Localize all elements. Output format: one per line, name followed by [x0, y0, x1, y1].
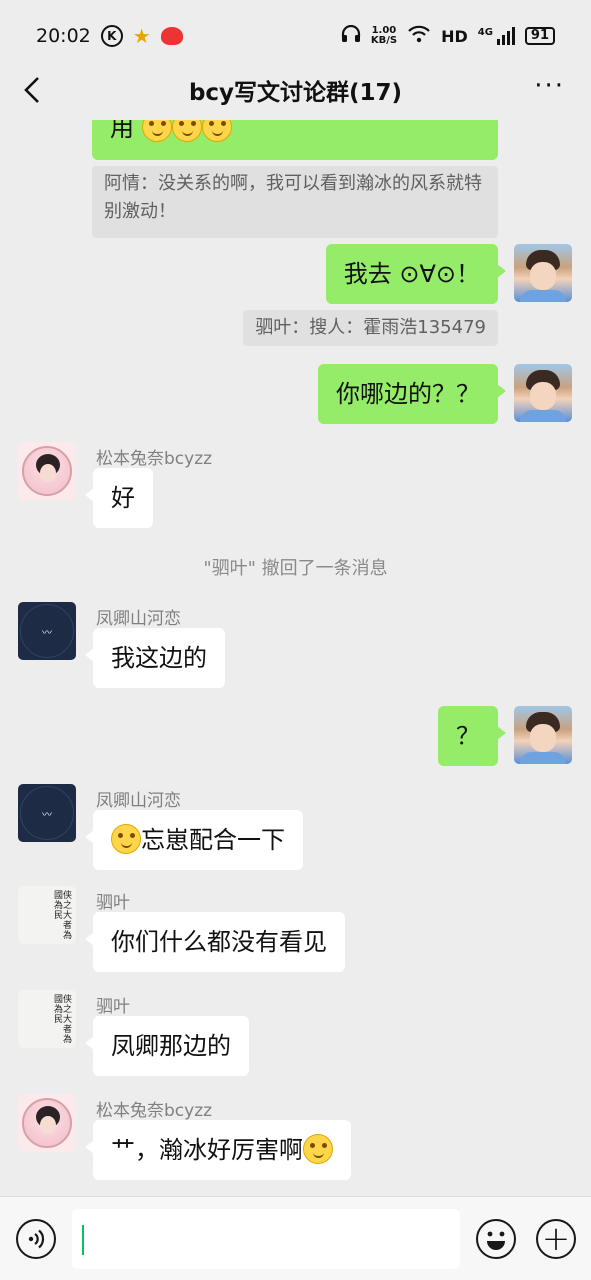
net-speed: 1.00 KB/S [371, 26, 397, 46]
battery-indicator: 91 [524, 27, 555, 45]
sender-name: 松本兔奈bcyzz [96, 1101, 213, 1121]
my-avatar[interactable] [514, 244, 572, 302]
member-avatar[interactable]: 〰 [18, 602, 76, 660]
message-text: ？ [456, 722, 480, 750]
quoted-message[interactable]: 驷叶：搜人：霍雨浩135479 [243, 310, 498, 346]
cell-label: 4G [477, 27, 493, 38]
message-bubble[interactable]: 凤卿那边的 [85, 1016, 249, 1076]
member-avatar[interactable]: 〰 [18, 784, 76, 842]
member-avatar[interactable]: 侠之大者為國為民 [18, 886, 76, 944]
my-avatar[interactable] [514, 706, 572, 764]
more-dots-icon[interactable]: ··· [534, 73, 565, 99]
sender-name: 驷叶 [96, 997, 130, 1017]
input-bar: + [0, 1196, 591, 1280]
message-text: 艹，瀚冰好厉害啊 [111, 1136, 303, 1164]
message-bubble[interactable]: 艹，瀚冰好厉害啊 [85, 1120, 351, 1180]
message-bubble[interactable]: 你们什么都没有看见 [85, 912, 345, 972]
signal-icon: 4G [478, 27, 515, 45]
chat-header: bcy写文讨论群(17) ··· [0, 60, 591, 120]
message-text: 好 [111, 484, 135, 512]
message-text: 忘崽配合一下 [141, 826, 285, 854]
message-bubble[interactable]: 好 [85, 468, 153, 528]
emoji-icon [487, 1231, 505, 1250]
my-message-bubble[interactable]: 我去 ⊙∀⊙！ [325, 244, 507, 304]
plus-button[interactable]: + [536, 1219, 576, 1259]
message-list[interactable]: 用 阿情：没关系的啊，我可以看到瀚冰的风系就特别激动！ 我去 ⊙∀⊙！ 驷叶：搜… [0, 120, 591, 1196]
chevron-left-icon [24, 77, 39, 103]
recall-notice: "驷叶" 撤回了一条消息 [203, 558, 388, 579]
message-text: 凤卿那边的 [111, 1032, 231, 1060]
voice-button[interactable] [16, 1219, 56, 1259]
hd-label: HD [441, 26, 468, 46]
headphones-icon [341, 24, 361, 47]
message-text: 我去 ⊙∀⊙！ [343, 260, 480, 288]
wifi-icon [407, 25, 431, 47]
emoji-button[interactable] [476, 1219, 516, 1259]
member-avatar[interactable]: 侠之大者為國為民 [18, 990, 76, 1048]
member-avatar[interactable] [18, 442, 76, 500]
k-icon: K [100, 25, 123, 47]
message-bubble[interactable]: 忘崽配合一下 [85, 810, 303, 870]
net-speed-unit: KB/S [370, 35, 398, 46]
chat-title: bcy写文讨论群(17) [188, 80, 403, 106]
sender-name: 凤卿山河恋 [96, 609, 181, 629]
message-text: 你哪边的？？ [336, 380, 480, 408]
message-text: 我这边的 [111, 644, 207, 672]
status-time: 20:02 [36, 25, 91, 47]
message-text: 你们什么都没有看见 [111, 928, 327, 956]
blush-emoji-icon [141, 120, 172, 142]
text-caret [82, 1225, 84, 1255]
back-button[interactable] [16, 70, 48, 110]
my-message-bubble[interactable]: ？ [438, 706, 506, 766]
blush-emoji-icon [201, 120, 232, 142]
member-avatar[interactable] [18, 1094, 76, 1152]
sender-name: 凤卿山河恋 [96, 791, 181, 811]
message-text: 用 [110, 120, 134, 142]
weibo-icon [160, 27, 183, 45]
plus-icon: + [541, 1219, 571, 1259]
quoted-message[interactable]: 阿情：没关系的啊，我可以看到瀚冰的风系就特别激动！ [92, 166, 498, 238]
star-icon: ★ [132, 24, 151, 48]
sender-name: 松本兔奈bcyzz [96, 449, 213, 469]
message-bubble-partial[interactable]: 用 [92, 120, 498, 160]
blush-emoji-icon [171, 120, 202, 142]
laughing-tears-emoji-icon [303, 1134, 333, 1164]
my-message-bubble[interactable]: 你哪边的？？ [318, 364, 506, 424]
my-avatar[interactable] [514, 364, 572, 422]
message-input[interactable] [72, 1209, 460, 1269]
awkward-emoji-icon [111, 824, 141, 854]
sender-name: 驷叶 [96, 893, 130, 913]
voice-icon [28, 1229, 45, 1249]
message-bubble[interactable]: 我这边的 [85, 628, 225, 688]
